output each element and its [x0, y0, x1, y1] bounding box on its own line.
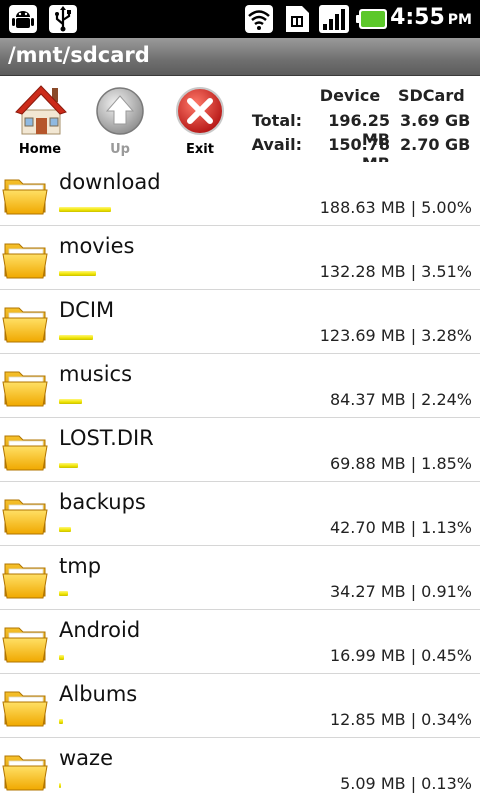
folder-name: Albums: [59, 682, 138, 706]
folder-icon: [2, 298, 50, 346]
screen: 4:55 PM /mnt/sdcard Home Up Exit Device …: [0, 0, 480, 800]
folder-icon: [2, 682, 50, 730]
usage-bar: [59, 271, 96, 276]
folder-size: 16.99 MB | 0.45%: [329, 646, 472, 665]
exit-button[interactable]: Exit: [168, 80, 232, 160]
list-item[interactable]: LOST.DIR 69.88 MB | 1.85%: [0, 418, 480, 482]
total-label: Total:: [251, 111, 302, 130]
folder-icon: [2, 554, 50, 602]
folder-icon: [2, 426, 50, 474]
exit-button-label: Exit: [186, 142, 214, 157]
storage-header-row: Device SDCard: [250, 86, 480, 110]
storage-avail-row: Avail: 150.78 MB 2.70 GB: [250, 135, 480, 173]
folder-icon: [2, 170, 50, 218]
path-bar: /mnt/sdcard: [0, 38, 480, 76]
home-icon: [14, 82, 68, 142]
clock-ampm: PM: [447, 12, 472, 28]
avail-sdcard-value: 2.70 GB: [400, 135, 471, 154]
sim-icon: [282, 4, 312, 38]
list-item[interactable]: Albums 12.85 MB | 0.34%: [0, 674, 480, 738]
avail-label: Avail:: [251, 135, 302, 154]
folder-size: 12.85 MB | 0.34%: [329, 710, 472, 729]
folder-icon: [2, 362, 50, 410]
list-item[interactable]: DCIM 123.69 MB | 3.28%: [0, 290, 480, 354]
home-button[interactable]: Home: [8, 80, 72, 160]
storage-summary: Device SDCard Total: 196.25 MB 3.69 GB A…: [250, 84, 480, 173]
usage-bar: [59, 655, 64, 660]
folder-size: 188.63 MB | 5.00%: [319, 198, 472, 217]
battery-icon: [356, 8, 388, 34]
folder-size: 69.88 MB | 1.85%: [329, 454, 472, 473]
close-icon: [175, 86, 225, 140]
list-item[interactable]: waze 5.09 MB | 0.13%: [0, 738, 480, 800]
file-list: download 188.63 MB | 5.00% movies 132.28…: [0, 162, 480, 800]
up-button[interactable]: Up: [88, 80, 152, 160]
sdcard-header: SDCard: [398, 86, 465, 105]
list-item[interactable]: musics 84.37 MB | 2.24%: [0, 354, 480, 418]
toolbar: Home Up Exit Device SDCard Total: 196.25…: [0, 76, 480, 173]
up-button-label: Up: [110, 142, 130, 157]
folder-name: tmp: [59, 554, 102, 578]
folder-name: download: [59, 170, 161, 194]
folder-icon: [2, 234, 50, 282]
clock: 4:55 PM: [390, 5, 472, 30]
folder-name: DCIM: [59, 298, 115, 322]
usage-bar: [59, 207, 111, 212]
usage-bar: [59, 719, 63, 724]
storage-total-row: Total: 196.25 MB 3.69 GB: [250, 111, 480, 149]
folder-name: LOST.DIR: [59, 426, 154, 450]
folder-name: Android: [59, 618, 141, 642]
wifi-icon: [244, 4, 274, 38]
folder-icon: [2, 490, 50, 538]
folder-size: 34.27 MB | 0.91%: [329, 582, 472, 601]
folder-name: waze: [59, 746, 113, 770]
home-button-label: Home: [18, 142, 62, 157]
list-item[interactable]: tmp 34.27 MB | 0.91%: [0, 546, 480, 610]
folder-icon: [2, 618, 50, 666]
folder-name: backups: [59, 490, 146, 514]
status-bar: 4:55 PM: [0, 0, 480, 38]
folder-size: 123.69 MB | 3.28%: [319, 326, 472, 345]
list-item[interactable]: backups 42.70 MB | 1.13%: [0, 482, 480, 546]
folder-size: 132.28 MB | 3.51%: [319, 262, 472, 281]
usage-bar: [59, 527, 71, 532]
usage-bar: [59, 591, 68, 596]
folder-size: 84.37 MB | 2.24%: [329, 390, 472, 409]
usage-bar: [59, 783, 61, 788]
usb-icon: [48, 4, 78, 38]
usage-bar: [59, 399, 82, 404]
folder-icon: [2, 746, 50, 794]
folder-name: movies: [59, 234, 135, 258]
folder-name: musics: [59, 362, 133, 386]
folder-size: 42.70 MB | 1.13%: [329, 518, 472, 537]
folder-size: 5.09 MB | 0.13%: [340, 774, 472, 793]
total-sdcard-value: 3.69 GB: [400, 111, 471, 130]
usage-bar: [59, 463, 78, 468]
usage-bar: [59, 335, 93, 340]
signal-icon: [318, 4, 350, 38]
device-header: Device: [319, 86, 381, 105]
list-item[interactable]: Android 16.99 MB | 0.45%: [0, 610, 480, 674]
android-debug-icon: [8, 4, 38, 38]
current-path: /mnt/sdcard: [8, 43, 150, 67]
up-arrow-icon: [95, 86, 145, 140]
list-item[interactable]: movies 132.28 MB | 3.51%: [0, 226, 480, 290]
list-item[interactable]: download 188.63 MB | 5.00%: [0, 162, 480, 226]
clock-time: 4:55: [390, 5, 445, 30]
